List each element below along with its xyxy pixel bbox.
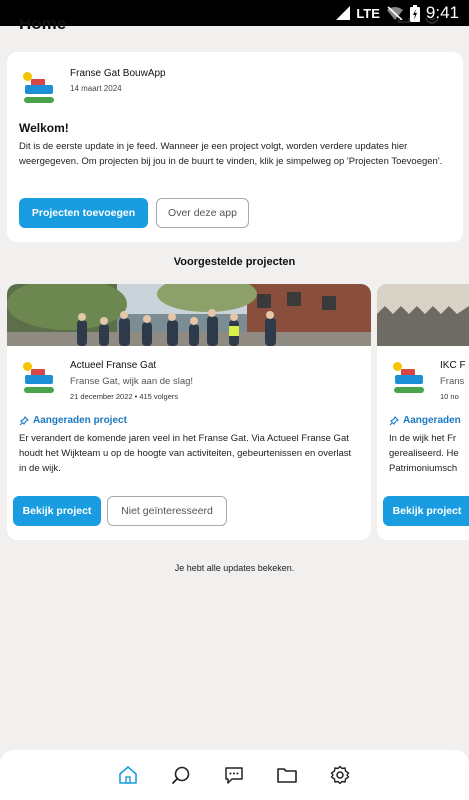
recommended-text: Aangeraden — [403, 415, 461, 426]
settings-icon — [330, 765, 350, 785]
project-name: IKC F — [440, 360, 466, 371]
nav-settings[interactable] — [328, 763, 352, 787]
suggested-projects-title: Voorgestelde projecten — [173, 256, 296, 268]
all-updates-seen-message: Je hebt alle updates bekeken. — [174, 563, 295, 573]
bottom-navigation — [0, 750, 469, 800]
recommended-label: Aangeraden project — [19, 415, 127, 426]
post-author: Franse Gat BouwApp — [70, 68, 166, 79]
project-description: Er verandert de komende jaren veel in he… — [19, 433, 352, 474]
nav-search[interactable] — [169, 763, 193, 787]
home-icon — [119, 766, 137, 784]
project-logo — [21, 360, 57, 396]
project-description: In de wijk het Fr gerealiseerd. He Patri… — [389, 433, 459, 474]
chat-icon — [225, 767, 243, 784]
view-project-button[interactable]: Bekijk project — [383, 496, 469, 526]
project-tagline: Frans — [440, 376, 465, 387]
about-app-button[interactable]: Over deze app — [156, 198, 249, 228]
welcome-card: Franse Gat BouwApp 14 maart 2024 Welkom!… — [7, 52, 463, 242]
view-project-button[interactable]: Bekijk project — [13, 496, 101, 526]
project-meta: 10 no — [440, 392, 459, 401]
project-photo — [377, 284, 469, 346]
not-interested-button[interactable]: Niet geïnteresseerd — [107, 496, 227, 526]
nav-messages[interactable] — [222, 763, 246, 787]
post-date: 14 maart 2024 — [70, 84, 122, 93]
pin-icon — [19, 415, 29, 425]
franse-gat-logo — [21, 70, 57, 106]
bell-icon[interactable] — [397, 18, 411, 26]
project-photo — [7, 284, 371, 346]
project-name: Actueel Franse Gat — [70, 360, 157, 371]
add-projects-button[interactable]: Projecten toevoegen — [19, 198, 148, 228]
nav-home[interactable] — [116, 763, 140, 787]
pin-icon — [389, 415, 399, 425]
project-tagline: Franse Gat, wijk aan de slag! — [70, 376, 194, 387]
project-card[interactable]: Actueel Franse Gat Franse Gat, wijk aan … — [7, 284, 371, 540]
gear-icon[interactable] — [423, 18, 441, 26]
project-logo — [391, 360, 427, 396]
project-card[interactable]: IKC F Frans 10 no Aangeraden In de wijk … — [377, 284, 469, 540]
nav-projects[interactable] — [275, 763, 299, 787]
signal-icon — [336, 6, 351, 20]
page-title: Home — [19, 19, 67, 33]
welcome-text: Dit is de eerste update in je feed. Wann… — [19, 141, 443, 167]
project-meta: 21 december 2022 • 415 volgers — [70, 392, 179, 401]
network-type: LTE — [356, 5, 380, 21]
welcome-heading: Welkom! — [19, 121, 69, 135]
search-icon — [172, 766, 190, 784]
folder-icon — [277, 768, 297, 783]
recommended-label: Aangeraden — [389, 415, 461, 426]
recommended-text: Aangeraden project — [33, 415, 127, 426]
header-actions — [397, 18, 443, 28]
